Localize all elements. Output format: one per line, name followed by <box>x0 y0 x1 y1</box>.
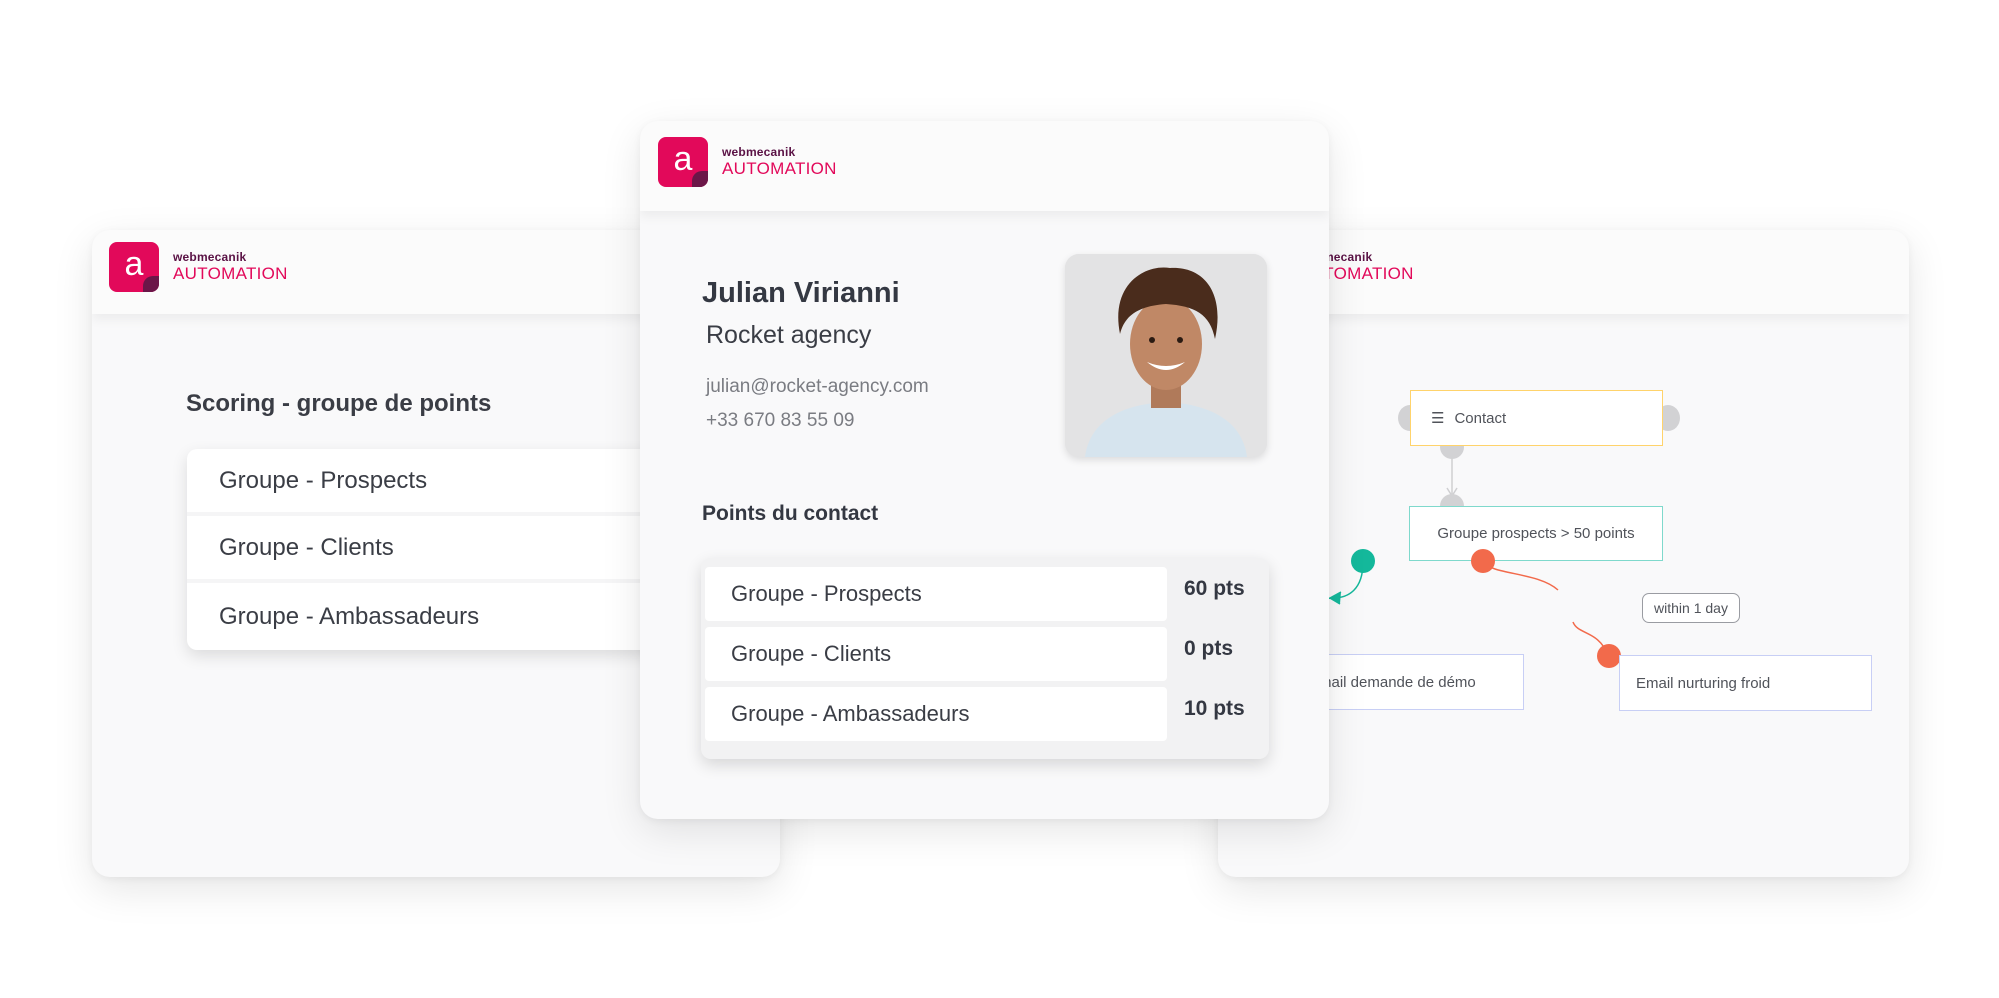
logo-letter: a <box>124 244 144 283</box>
logo-product: AUTOMATION <box>173 264 288 283</box>
flow-node-email-nurturing[interactable]: Email nurturing froid <box>1619 655 1872 711</box>
node-label: Contact <box>1454 409 1507 427</box>
delay-label[interactable]: within 1 day <box>1642 593 1740 623</box>
points-value: 60 pts <box>1184 577 1245 600</box>
list-icon: ☰ <box>1431 410 1445 427</box>
points-value: 0 pts <box>1184 637 1234 660</box>
no-port[interactable] <box>1597 644 1621 668</box>
contact-name: Julian Virianni <box>702 277 900 309</box>
points-row[interactable]: Groupe - Clients 0 pts <box>701 623 1269 683</box>
group-item-clients[interactable]: Groupe - Clients <box>187 516 667 583</box>
no-port[interactable] <box>1471 549 1495 573</box>
node-label: Groupe prospects > 50 points <box>1437 525 1635 542</box>
logo-mark-icon: a <box>109 242 159 292</box>
avatar-illustration <box>1065 254 1267 457</box>
flow-node-condition[interactable]: Groupe prospects > 50 points <box>1409 506 1663 561</box>
group-item-ambassadeurs[interactable]: Groupe - Ambassadeurs <box>187 583 667 650</box>
group-list: Groupe - Prospects Groupe - Clients Grou… <box>187 449 667 650</box>
points-table: Groupe - Prospects 60 pts Groupe - Clien… <box>701 558 1269 759</box>
points-group: Groupe - Ambassadeurs <box>705 687 1167 741</box>
app-header: a webmecanikAUTOMATION <box>640 121 1329 211</box>
yes-port[interactable] <box>1351 549 1375 573</box>
points-value: 10 pts <box>1184 697 1245 720</box>
logo-mark-icon: a <box>658 137 708 187</box>
connector-no <box>1482 561 1609 656</box>
points-row[interactable]: Groupe - Ambassadeurs 10 pts <box>701 683 1269 743</box>
contact-card: a webmecanik AUTOMATION Julian Virianni R… <box>640 121 1329 819</box>
points-title: Points du contact <box>702 502 879 525</box>
flow-node-contact[interactable]: ☰ Contact <box>1410 390 1663 446</box>
logo-brand: webmecanik <box>722 145 796 159</box>
contact-phone[interactable]: +33 670 83 55 09 <box>706 410 854 432</box>
contact-company: Rocket agency <box>706 321 872 349</box>
arrow-icon <box>1328 591 1342 605</box>
contact-photo <box>1065 254 1267 457</box>
points-group: Groupe - Clients <box>705 627 1167 681</box>
node-label: Email nurturing froid <box>1636 674 1771 692</box>
logo-product: AUTOMATION <box>722 159 837 178</box>
group-item-prospects[interactable]: Groupe - Prospects <box>187 449 667 516</box>
points-group: Groupe - Prospects <box>705 567 1167 621</box>
points-row[interactable]: Groupe - Prospects 60 pts <box>701 563 1269 623</box>
webmecanik-logo[interactable]: a webmecanikAUTOMATION <box>109 242 288 292</box>
logo-brand: webmecanik <box>173 250 247 264</box>
scoring-title: Scoring - groupe de points <box>186 390 492 417</box>
contact-email[interactable]: julian@rocket-agency.com <box>706 376 929 398</box>
logo-letter: a <box>673 139 693 178</box>
webmecanik-logo[interactable]: a webmecanikAUTOMATION <box>658 137 837 187</box>
delay-text: within 1 day <box>1654 600 1728 616</box>
node-label: Email demande de démo <box>1309 673 1476 691</box>
